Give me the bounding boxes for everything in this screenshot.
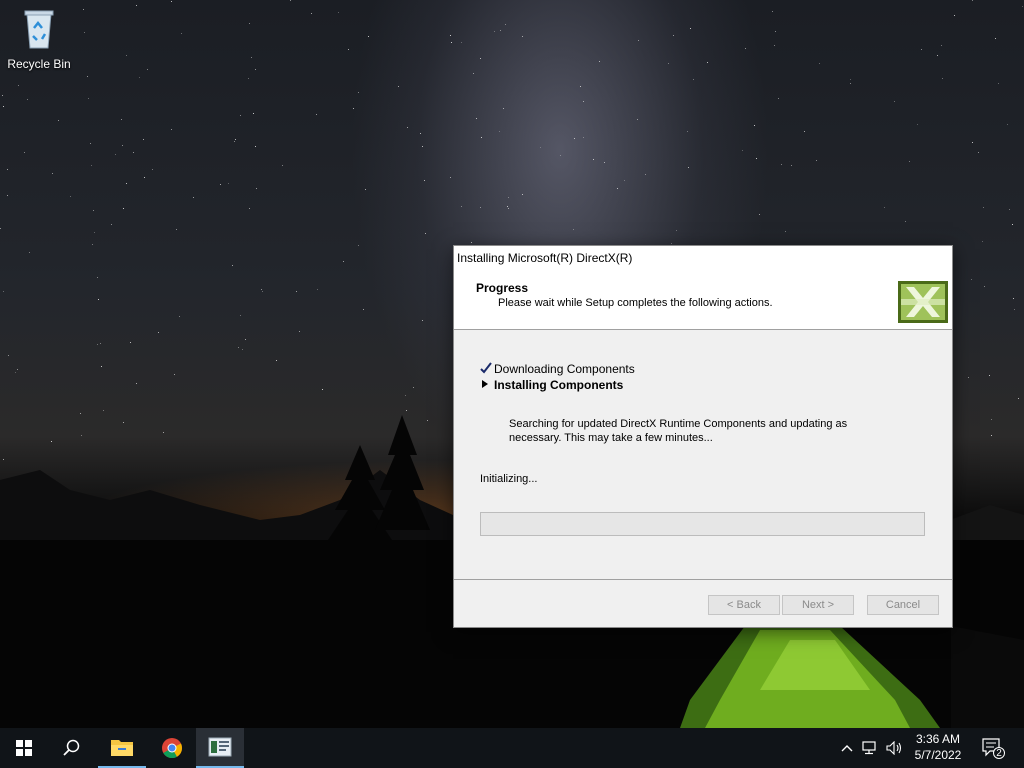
notification-count-badge: 2 <box>996 748 1002 759</box>
footer-divider <box>454 579 952 580</box>
checkmark-icon <box>480 361 494 377</box>
step-label: Installing Components <box>494 378 624 392</box>
volume-button[interactable] <box>884 728 906 768</box>
chrome-icon <box>162 738 183 759</box>
progress-bar <box>480 512 925 536</box>
cancel-button[interactable]: Cancel <box>867 595 939 615</box>
setup-window-icon <box>208 737 232 757</box>
taskbar-directx-setup[interactable] <box>196 728 244 768</box>
header-subtitle: Please wait while Setup completes the fo… <box>498 297 773 309</box>
search-icon <box>63 739 80 756</box>
step-label: Downloading Components <box>494 362 635 376</box>
step-downloading: Downloading Components <box>480 361 635 377</box>
start-button[interactable] <box>0 728 48 768</box>
directx-logo-icon <box>898 281 948 323</box>
windows-start-icon <box>16 740 32 756</box>
search-button[interactable] <box>48 728 96 768</box>
header-title: Progress <box>476 281 529 295</box>
desktop-icon-recycle-bin[interactable]: Recycle Bin <box>4 6 74 71</box>
taskbar-clock[interactable]: 3:36 AM 5/7/2022 <box>904 731 972 763</box>
step-list: Downloading Components Installing Compon… <box>480 361 635 393</box>
show-hidden-icons-button[interactable] <box>838 728 856 768</box>
recycle-bin-icon <box>24 10 54 49</box>
action-center-button[interactable]: 2 <box>978 728 1008 768</box>
step-installing: Installing Components <box>480 377 635 393</box>
clock-date: 5/7/2022 <box>914 748 962 762</box>
back-button[interactable]: < Back <box>708 595 780 615</box>
desktop-icon-label: Recycle Bin <box>7 57 71 71</box>
clock-time: 3:36 AM <box>915 732 961 746</box>
dialog-title: Installing Microsoft(R) DirectX(R) <box>454 246 952 268</box>
network-icon <box>862 741 876 755</box>
status-text: Initializing... <box>480 473 538 485</box>
directx-setup-dialog: Installing Microsoft(R) DirectX(R) Progr… <box>453 245 953 628</box>
taskbar-chrome[interactable] <box>148 728 196 768</box>
taskbar: 3:36 AM 5/7/2022 2 <box>0 728 1024 768</box>
network-button[interactable] <box>860 728 882 768</box>
arrow-right-icon <box>480 379 494 392</box>
next-button[interactable]: Next > <box>782 595 854 615</box>
taskbar-file-explorer[interactable] <box>98 728 146 768</box>
folder-icon <box>111 740 133 756</box>
dialog-header: Progress Please wait while Setup complet… <box>454 268 952 330</box>
volume-icon <box>886 741 902 755</box>
description-text: Searching for updated DirectX Runtime Co… <box>509 418 848 444</box>
chevron-up-icon <box>841 745 853 752</box>
